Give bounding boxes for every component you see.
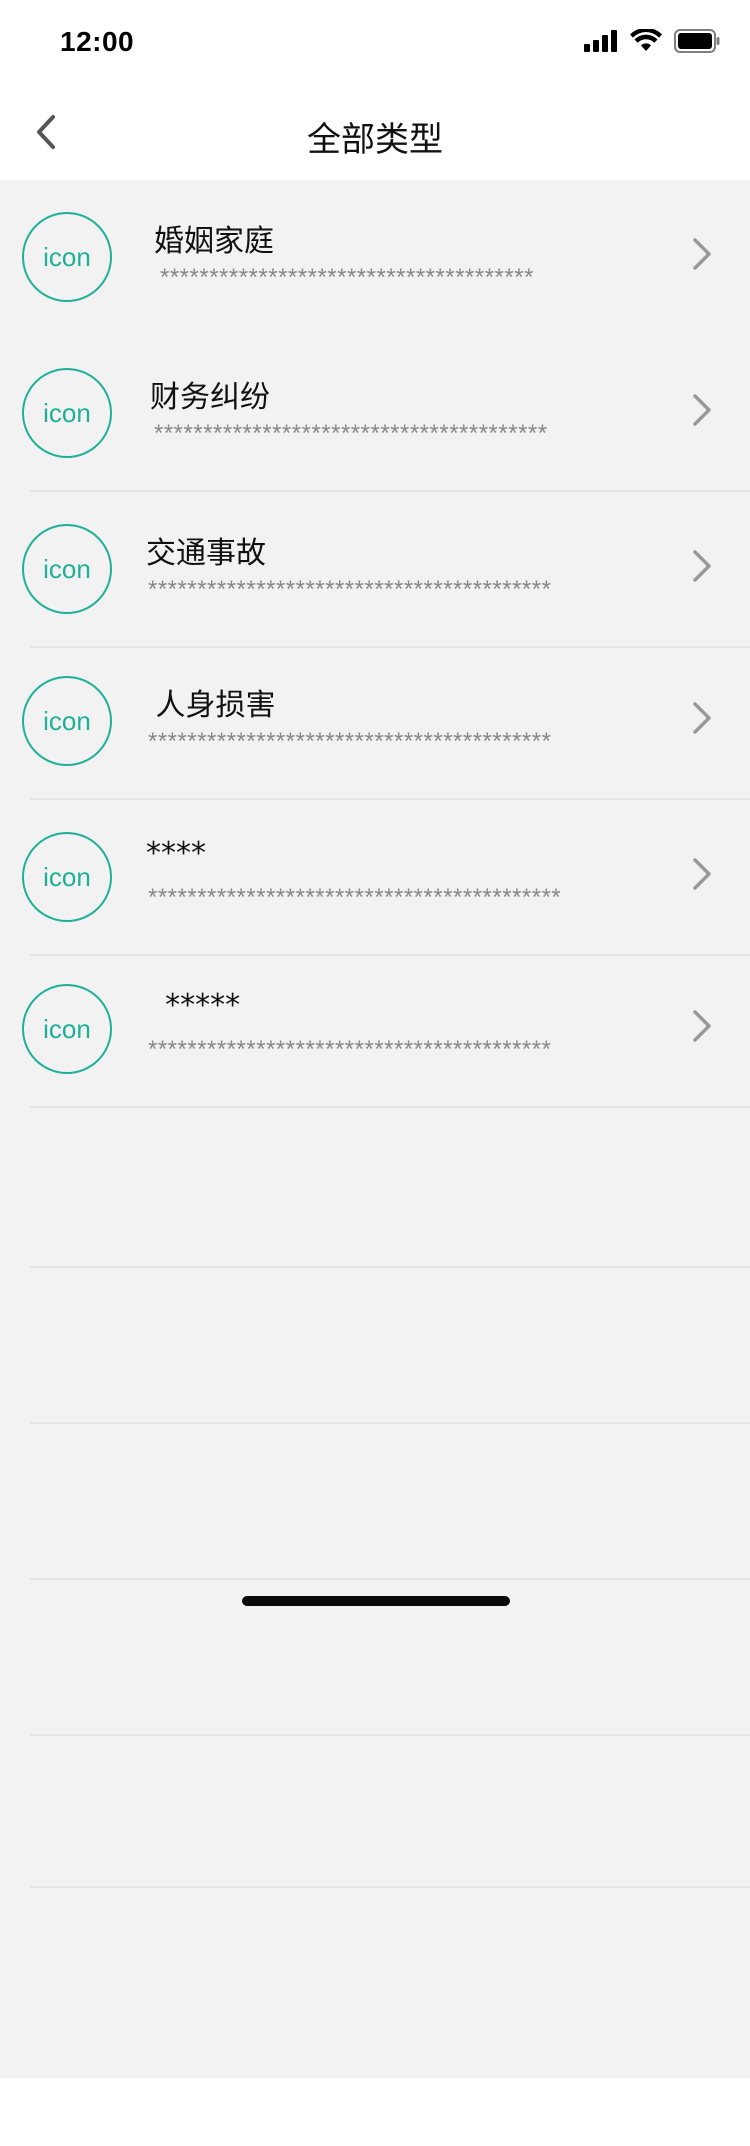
bottom-area	[0, 2078, 750, 2146]
chevron-right-icon	[690, 548, 714, 584]
item-title: ****	[146, 836, 206, 871]
category-icon: icon	[22, 832, 112, 922]
status-bar: 12:00	[0, 0, 750, 88]
item-title: 人身损害	[146, 688, 276, 723]
category-icon: icon	[22, 524, 112, 614]
item-title: 财务纠纷	[150, 380, 270, 415]
item-description: ****************************************…	[148, 728, 552, 755]
chevron-right-icon	[690, 1008, 714, 1044]
item-description: ****************************************…	[148, 576, 552, 603]
divider	[30, 1266, 750, 1268]
nav-bar: 全部类型	[0, 88, 750, 180]
list-item[interactable]: icon 财务纠纷 ******************************…	[0, 336, 750, 492]
item-title: 交通事故	[146, 536, 266, 571]
chevron-right-icon	[690, 236, 714, 272]
item-title: *****	[146, 988, 241, 1023]
chevron-right-icon	[690, 392, 714, 428]
wifi-icon	[630, 27, 662, 57]
item-description: **************************************	[160, 264, 534, 291]
category-icon: icon	[22, 212, 112, 302]
home-indicator	[242, 1596, 510, 1606]
list-item[interactable]: icon **** ******************************…	[0, 800, 750, 956]
list-item[interactable]: icon 交通事故 ******************************…	[0, 492, 750, 648]
status-icons	[584, 27, 720, 57]
divider	[30, 1422, 750, 1424]
divider	[30, 1886, 750, 1888]
battery-icon	[674, 29, 720, 57]
list-item[interactable]: icon ***** *****************************…	[0, 956, 750, 1112]
item-description: ****************************************	[154, 420, 548, 447]
divider	[30, 1578, 750, 1580]
category-icon: icon	[22, 984, 112, 1074]
status-time: 12:00	[60, 26, 135, 57]
item-title: 婚姻家庭	[154, 224, 274, 259]
item-description: ****************************************…	[148, 1036, 552, 1063]
divider	[30, 1734, 750, 1736]
list-item[interactable]: icon 人身损害 ******************************…	[0, 648, 750, 804]
divider	[30, 1106, 750, 1108]
list-item[interactable]: icon 婚姻家庭 ******************************…	[0, 180, 750, 336]
signal-icon	[584, 30, 618, 56]
chevron-right-icon	[690, 856, 714, 892]
page-title: 全部类型	[307, 120, 443, 160]
chevron-right-icon	[690, 700, 714, 736]
item-description: ****************************************…	[148, 884, 562, 911]
category-icon: icon	[22, 676, 112, 766]
category-icon: icon	[22, 368, 112, 458]
type-list: icon 婚姻家庭 ******************************…	[0, 180, 750, 2078]
